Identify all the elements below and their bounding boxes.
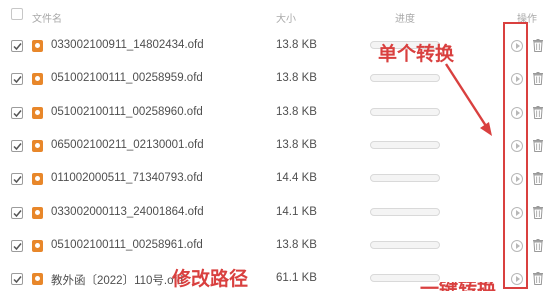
annotation-one-click-text: 一键转换 — [420, 282, 496, 291]
annotation-single-convert: 单个转换 — [378, 43, 455, 65]
annotation-modify-path: 修改路径 — [172, 268, 249, 290]
annotation-arrow — [444, 63, 492, 136]
annotation-one-click-convert: 一键转换 — [420, 282, 496, 291]
